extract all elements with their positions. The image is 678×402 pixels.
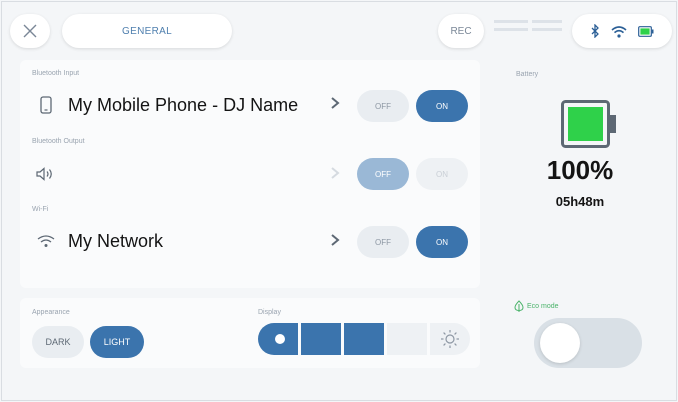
bluetooth-output-chevron-icon[interactable]: [330, 166, 340, 183]
wifi-network-name: My Network: [68, 231, 164, 251]
wifi-on-button[interactable]: ON: [416, 226, 468, 258]
brightness-low-icon: [275, 334, 285, 344]
appearance-label: Appearance: [32, 309, 70, 316]
bluetooth-input-on-button[interactable]: ON: [416, 90, 468, 122]
bluetooth-output-on-button[interactable]: ON: [416, 158, 468, 190]
speaker-icon: [35, 165, 55, 183]
wifi-off-button[interactable]: OFF: [357, 226, 409, 258]
close-button[interactable]: [10, 14, 50, 48]
display-brightness-max-button[interactable]: [430, 323, 470, 355]
bluetooth-output-off-button[interactable]: OFF: [357, 158, 409, 190]
tab-general[interactable]: GENERAL: [62, 14, 232, 48]
wifi-chevron-icon[interactable]: [330, 233, 340, 250]
close-icon: [23, 24, 37, 38]
bluetooth-icon: [591, 24, 599, 38]
display-brightness-segment-2[interactable]: [344, 323, 384, 355]
settings-screen: GENERAL REC Bluetooth Input My Mobile Ph: [1, 1, 677, 401]
wifi-icon: [611, 25, 627, 38]
bluetooth-device-name: My Mobile Phone - DJ Name: [68, 95, 299, 115]
battery-label: Battery: [516, 71, 539, 78]
bluetooth-input-label: Bluetooth Input: [32, 70, 80, 77]
wifi-row-icon: [36, 233, 56, 249]
status-indicators: [572, 14, 672, 48]
phone-icon: [38, 95, 54, 115]
eco-mode-toggle[interactable]: [534, 318, 642, 368]
eco-mode-label: Eco mode: [527, 302, 559, 310]
bluetooth-output-label: Bluetooth Output: [32, 138, 85, 145]
eco-mode-label-group: Eco mode: [514, 300, 559, 312]
display-label: Display: [258, 309, 281, 316]
eco-mode-toggle-knob: [540, 323, 580, 363]
leaf-icon: [514, 300, 524, 312]
level-meter: [494, 20, 564, 40]
rec-button[interactable]: REC: [438, 14, 484, 48]
display-brightness-min-button[interactable]: [258, 323, 298, 355]
appearance-dark-button[interactable]: DARK: [32, 326, 84, 358]
bluetooth-input-off-button[interactable]: OFF: [357, 90, 409, 122]
brightness-high-icon: [441, 330, 459, 348]
wifi-section-label: Wi-Fi: [32, 206, 49, 213]
battery-time-remaining: 05h48m: [555, 194, 605, 209]
display-brightness-segment-1[interactable]: [301, 323, 341, 355]
bluetooth-input-chevron-icon[interactable]: [330, 96, 340, 113]
battery-large-icon: [561, 100, 616, 148]
appearance-light-button[interactable]: LIGHT: [90, 326, 144, 358]
battery-percent: 100%: [546, 155, 614, 185]
battery-status-icon: [638, 25, 654, 37]
display-brightness-segment-3[interactable]: [387, 323, 427, 355]
